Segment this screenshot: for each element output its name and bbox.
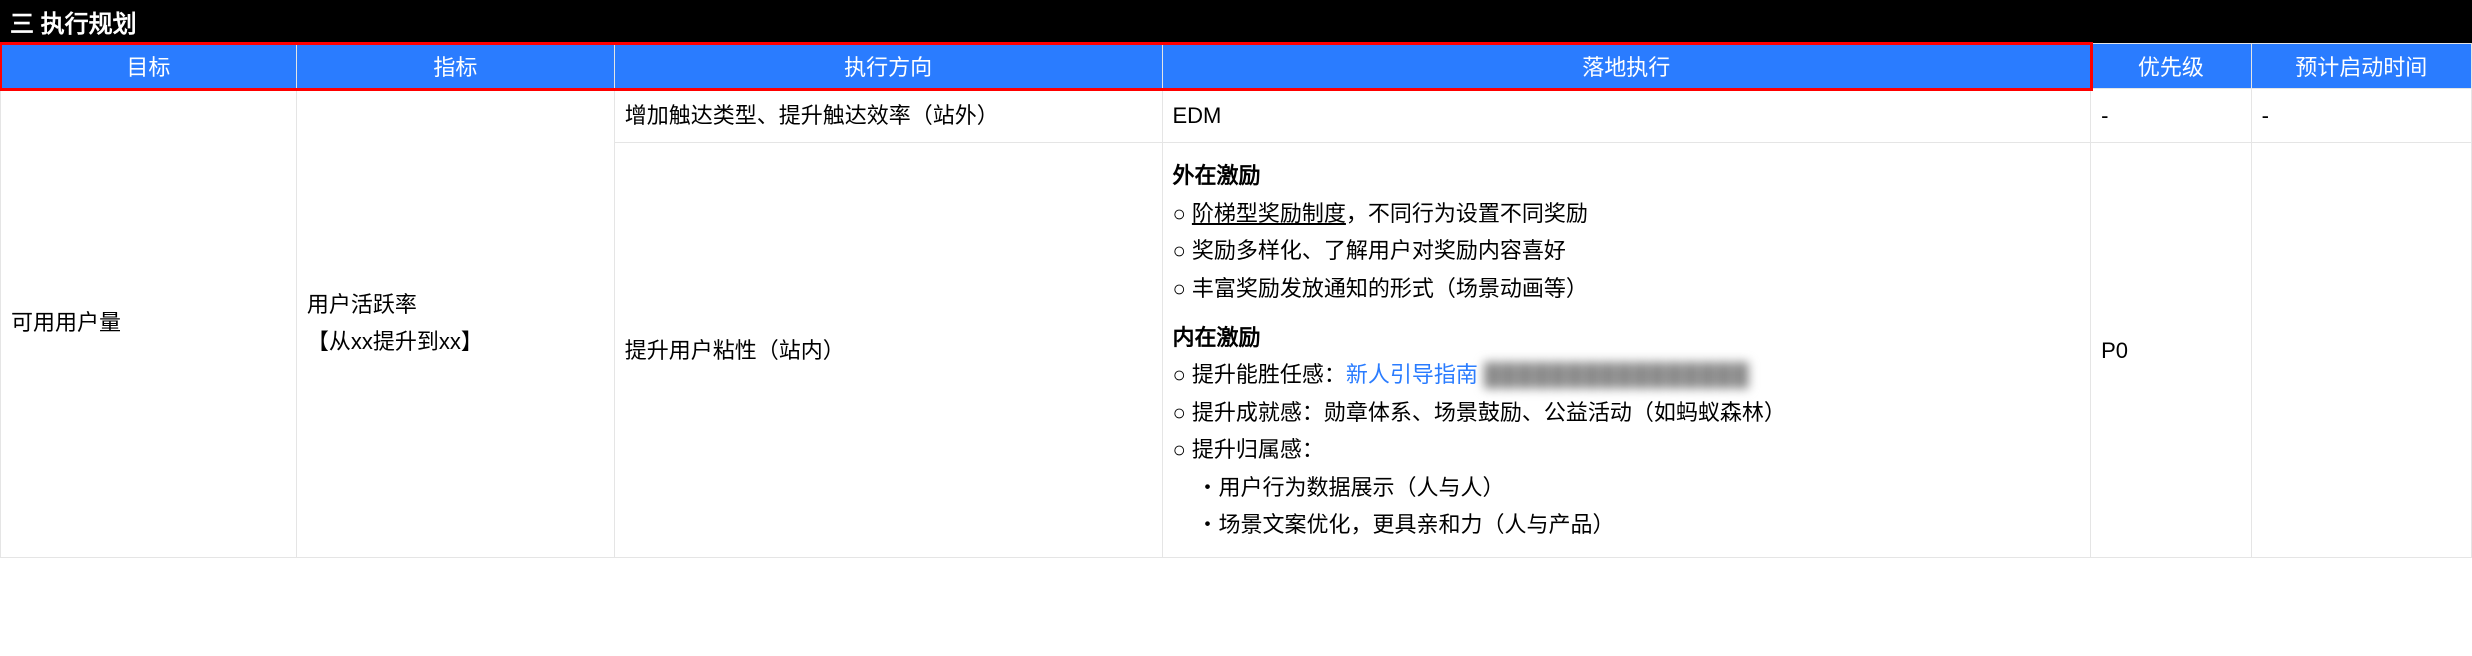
cell-eta-main	[2251, 143, 2471, 558]
ext-bullet-3: 丰富奖励发放通知的形式（场景动画等）	[1173, 270, 2081, 307]
table-container: 目标 指标 执行方向 落地执行 优先级 预计启动时间 可用用户量 用户活跃率 【…	[0, 43, 2472, 558]
col-priority: 优先级	[2091, 44, 2252, 89]
ext-bullet-2: 奖励多样化、了解用户对奖励内容喜好	[1173, 232, 2081, 269]
int-bullet-1: 提升能胜任感：新人引导指南 ████████████████	[1173, 356, 2081, 393]
cell-priority-top: -	[2091, 89, 2252, 143]
table-row: 可用用户量 用户活跃率 【从xx提升到xx】 增加触达类型、提升触达效率（站外）…	[1, 89, 2472, 143]
int-b1-pre: 提升能胜任感：	[1192, 362, 1346, 387]
metric-line1: 用户活跃率	[307, 286, 604, 323]
ext-b1-underline: 阶梯型奖励制度	[1192, 201, 1346, 226]
int-b1-redacted: ████████████████	[1484, 356, 1749, 393]
ext-b1-rest: ，不同行为设置不同奖励	[1346, 201, 1588, 226]
int-b3-sub1: 用户行为数据展示（人与人）	[1197, 475, 1505, 500]
col-landing: 落地执行	[1162, 44, 2091, 89]
cell-priority-main: P0	[2091, 143, 2252, 558]
cell-eta-top: -	[2251, 89, 2471, 143]
planning-table: 目标 指标 执行方向 落地执行 优先级 预计启动时间 可用用户量 用户活跃率 【…	[0, 43, 2472, 558]
col-goal: 目标	[1, 44, 297, 89]
table-header: 目标 指标 执行方向 落地执行 优先级 预计启动时间	[1, 44, 2472, 89]
cell-landing-main: 外在激励 阶梯型奖励制度，不同行为设置不同奖励 奖励多样化、了解用户对奖励内容喜…	[1162, 143, 2091, 558]
cell-direction-main: 提升用户粘性（站内）	[614, 143, 1162, 558]
col-metric: 指标	[296, 44, 614, 89]
section-title: 三 执行规划	[0, 0, 2472, 43]
cell-metric: 用户活跃率 【从xx提升到xx】	[296, 89, 614, 558]
ext-bullet-1: 阶梯型奖励制度，不同行为设置不同奖励	[1173, 195, 2081, 232]
int-b3-sub2: 场景文案优化，更具亲和力（人与产品）	[1197, 512, 1615, 537]
col-direction: 执行方向	[614, 44, 1162, 89]
cell-direction-top: 增加触达类型、提升触达效率（站外）	[614, 89, 1162, 143]
int-bullet-3: 提升归属感：	[1173, 431, 2081, 468]
metric-line2: 【从xx提升到xx】	[307, 323, 604, 360]
cell-landing-top: EDM	[1162, 89, 2091, 143]
cell-goal: 可用用户量	[1, 89, 297, 558]
int-b1-link[interactable]: 新人引导指南	[1346, 362, 1478, 387]
int-bullet-2: 提升成就感：勋章体系、场景鼓励、公益活动（如蚂蚁森林）	[1173, 394, 2081, 431]
int-incentive-title: 内在激励	[1173, 319, 2081, 356]
col-eta: 预计启动时间	[2251, 44, 2471, 89]
ext-incentive-title: 外在激励	[1173, 157, 2081, 194]
